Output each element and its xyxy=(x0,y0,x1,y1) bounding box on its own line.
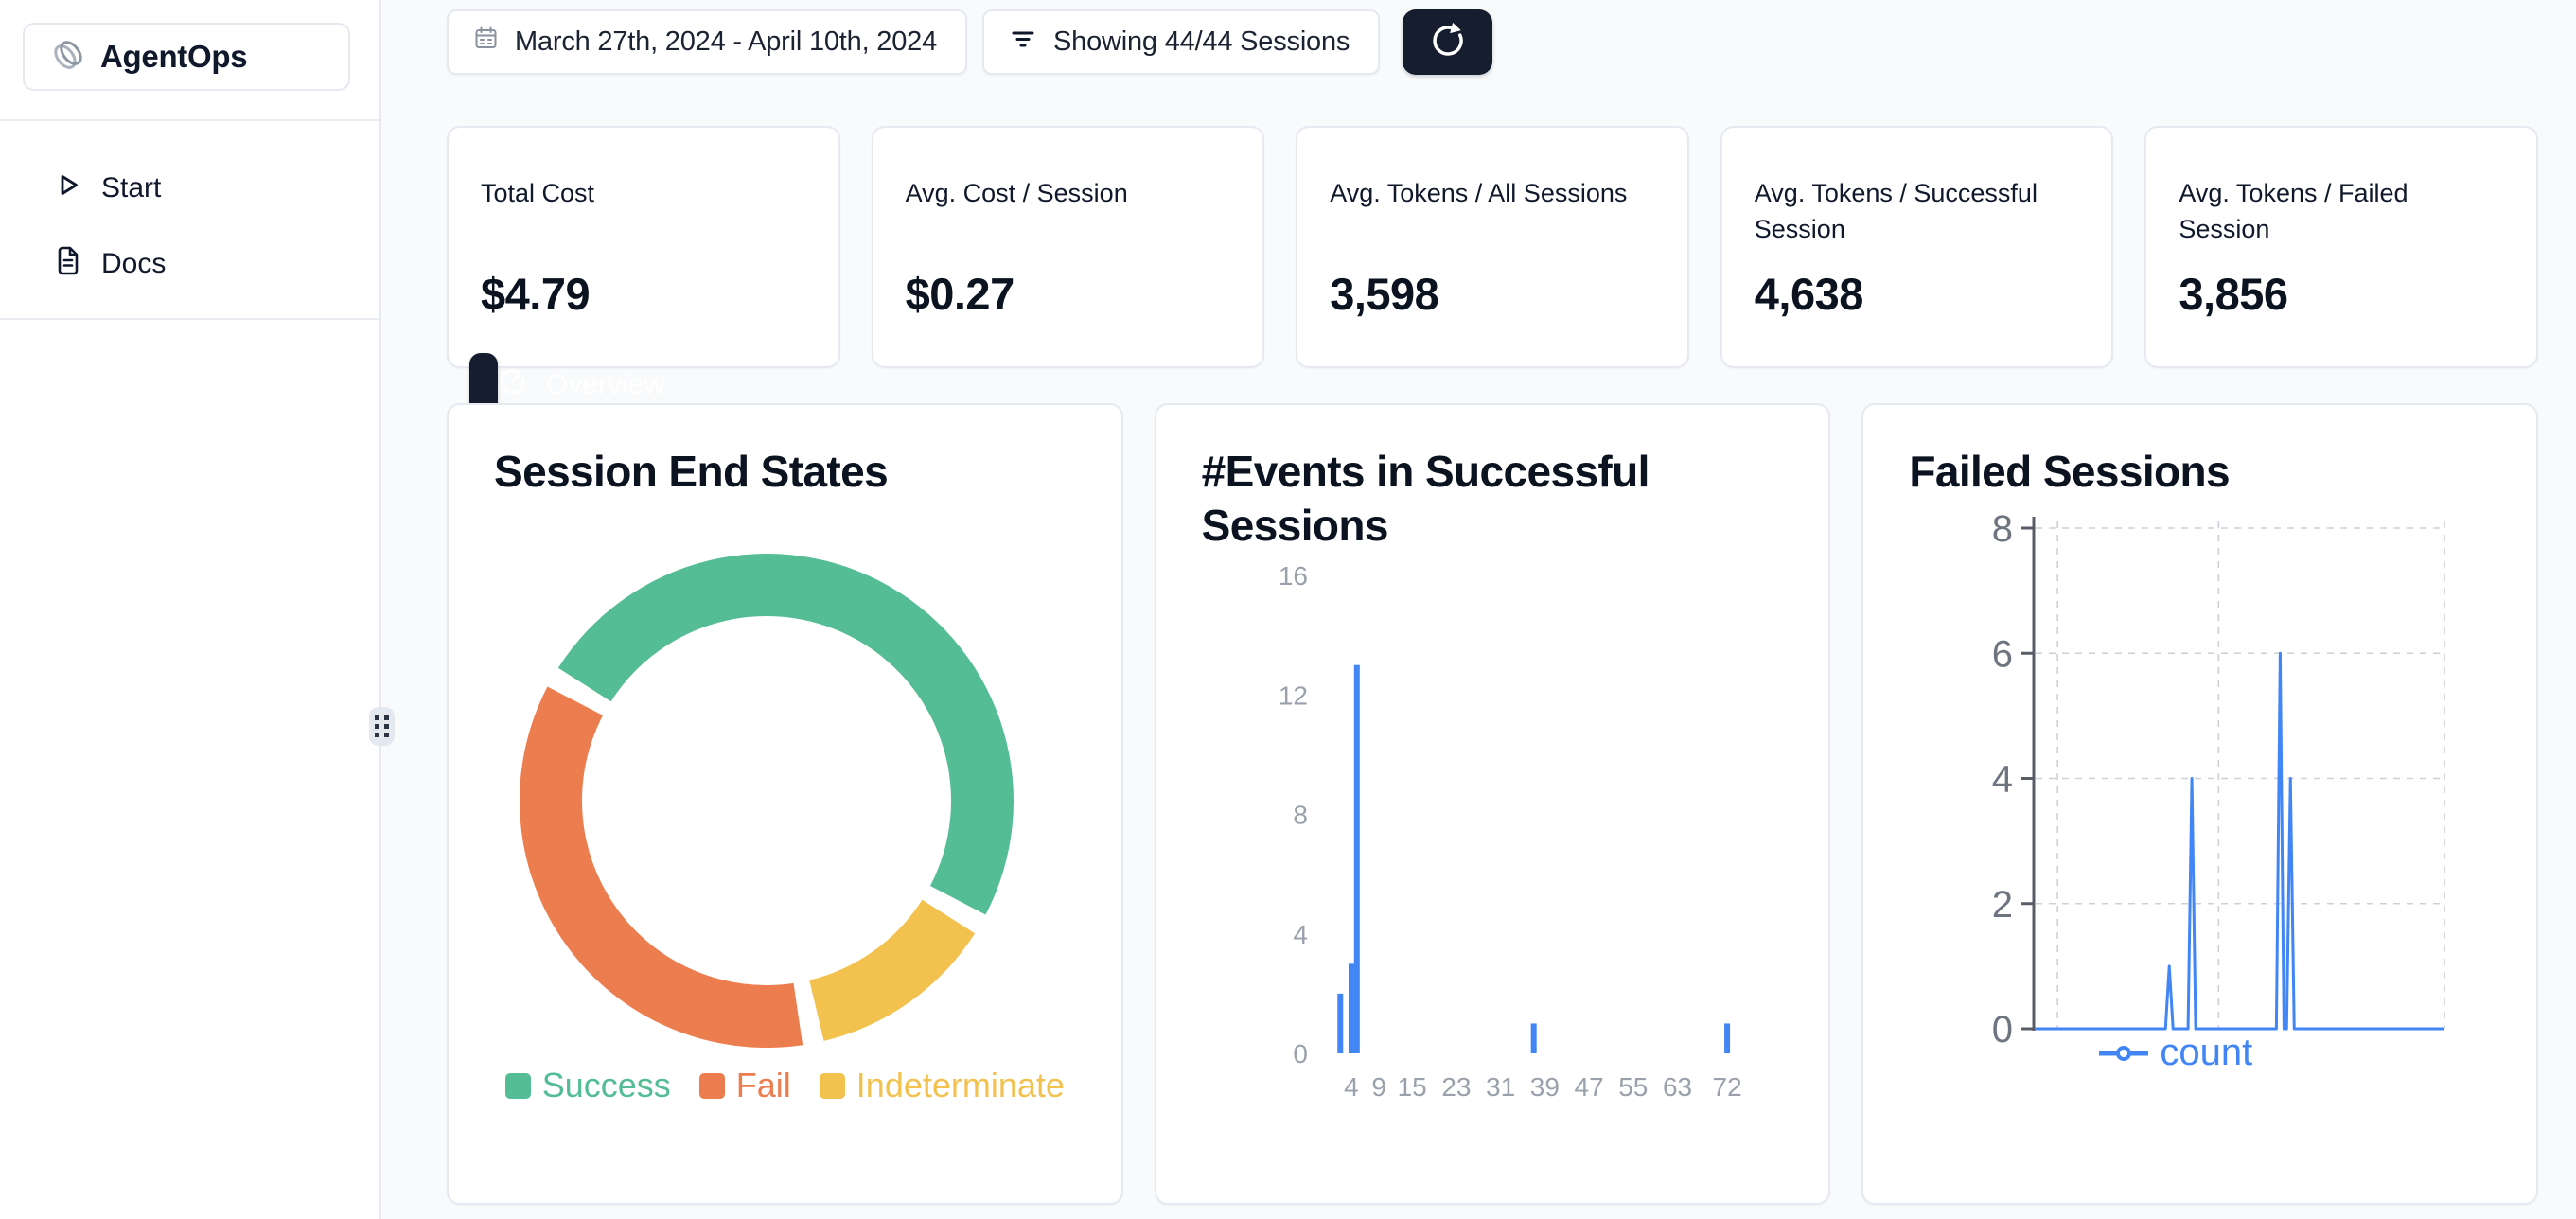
sidebar-item-docs[interactable]: Docs xyxy=(0,242,379,286)
donut-legend: Success Fail Indeterminate xyxy=(449,1066,1121,1105)
refresh-icon xyxy=(1428,21,1468,63)
legend-label: Indeterminate xyxy=(856,1066,1065,1105)
bar-xtick: 31 xyxy=(1486,1072,1515,1102)
donut-slice-fail xyxy=(520,686,803,1048)
bar-xtick: 9 xyxy=(1371,1072,1386,1102)
stats-row: Total Cost $4.79 Avg. Cost / Session $0.… xyxy=(447,126,2538,368)
bar-ytick: 0 xyxy=(1293,1039,1308,1069)
play-icon xyxy=(53,170,82,207)
stat-value: 3,856 xyxy=(2179,268,2508,320)
stat-card-avg-tokens-all: Avg. Tokens / All Sessions 3,598 xyxy=(1296,126,1689,368)
stat-value: 3,598 xyxy=(1330,268,1659,320)
legend-swatch xyxy=(699,1073,725,1099)
sidebar-item-label: Start xyxy=(101,172,161,204)
legend-swatch xyxy=(820,1073,845,1099)
stat-label: Total Cost xyxy=(481,175,787,251)
legend-item-success: Success xyxy=(505,1066,671,1105)
legend-swatch xyxy=(505,1073,531,1099)
bar-ytick: 16 xyxy=(1279,561,1308,591)
bar-ytick: 12 xyxy=(1279,680,1308,710)
line-ytick: 2 xyxy=(1992,884,2013,926)
stat-value: 4,638 xyxy=(1755,268,2084,320)
session-filter-label: Showing 44/44 Sessions xyxy=(1053,26,1350,58)
legend-item-indeterminate: Indeterminate xyxy=(820,1066,1065,1105)
bar-xtick: 15 xyxy=(1397,1072,1426,1102)
bar-xtick: 72 xyxy=(1712,1072,1741,1102)
calendar-icon xyxy=(473,26,499,59)
bar-xtick: 23 xyxy=(1441,1072,1471,1102)
failed-sessions-card: Failed Sessions 02468 count xyxy=(1861,403,2538,1205)
bar-xtick: 47 xyxy=(1574,1072,1603,1102)
date-range-picker[interactable]: March 27th, 2024 - April 10th, 2024 xyxy=(447,9,967,75)
line-ytick: 4 xyxy=(1992,759,2013,801)
bar xyxy=(1337,994,1343,1053)
topbar: March 27th, 2024 - April 10th, 2024 Show… xyxy=(447,9,2538,75)
bar-ytick: 8 xyxy=(1293,801,1308,830)
legend-label: Success xyxy=(542,1066,671,1105)
gauge-icon xyxy=(498,366,527,403)
bar xyxy=(1353,665,1359,1053)
agentops-logo-icon xyxy=(49,37,85,78)
grip-dots-icon xyxy=(372,714,392,739)
sidebar-divider xyxy=(0,318,379,320)
main-content: March 27th, 2024 - April 10th, 2024 Show… xyxy=(384,0,2576,1205)
count-legend: count xyxy=(2034,1032,2318,1074)
date-range-label: March 27th, 2024 - April 10th, 2024 xyxy=(515,26,937,58)
stat-label: Avg. Cost / Session xyxy=(906,175,1212,251)
sidebar-resize-handle[interactable] xyxy=(369,707,395,746)
filter-icon xyxy=(1009,25,1037,61)
donut-slice-success xyxy=(558,554,1014,915)
events-bar-chart: 0481216491523313947556372 xyxy=(1156,405,1831,1205)
bar-xtick: 55 xyxy=(1618,1072,1648,1102)
stat-card-avg-cost-session: Avg. Cost / Session $0.27 xyxy=(872,126,1265,368)
bar xyxy=(1724,1023,1730,1053)
logo-chip[interactable]: AgentOps xyxy=(23,23,350,91)
bar-xtick: 63 xyxy=(1663,1072,1692,1102)
sidebar-nav-top: Start Docs xyxy=(0,121,379,286)
docs-icon xyxy=(53,246,82,283)
bar xyxy=(1530,1023,1536,1053)
bar-xtick: 39 xyxy=(1529,1072,1559,1102)
donut-slice-indeterminate xyxy=(809,900,975,1041)
refresh-button[interactable] xyxy=(1403,9,1492,75)
sidebar: AgentOps Start Docs xyxy=(0,0,381,1219)
count-series-line xyxy=(2035,653,2444,1029)
stat-label: Avg. Tokens / Successful Session xyxy=(1755,175,2061,251)
stat-card-avg-tokens-failed: Avg. Tokens / Failed Session 3,856 xyxy=(2144,126,2538,368)
failed-sessions-line-chart: 0 2 4 6 8 xyxy=(1863,405,2538,1205)
bar xyxy=(1349,963,1354,1053)
stat-card-total-cost: Total Cost $4.79 xyxy=(447,126,840,368)
stat-card-avg-tokens-successful: Avg. Tokens / Successful Session 4,638 xyxy=(1720,126,2114,368)
legend-label: Fail xyxy=(736,1066,791,1105)
app-title: AgentOps xyxy=(100,39,247,75)
bar-ytick: 4 xyxy=(1293,920,1308,949)
line-ytick: 8 xyxy=(1992,508,2013,550)
charts-row: Session End States SuccessFailIndetermin… xyxy=(447,403,2538,1205)
session-filter[interactable]: Showing 44/44 Sessions xyxy=(982,9,1380,75)
legend-item-fail: Fail xyxy=(699,1066,791,1105)
line-series-marker-icon xyxy=(2099,1046,2148,1061)
bar-xtick: 4 xyxy=(1344,1072,1359,1102)
stat-label: Avg. Tokens / Failed Session xyxy=(2179,175,2485,251)
line-ytick: 6 xyxy=(1992,633,2013,675)
stat-value: $0.27 xyxy=(906,268,1235,320)
session-end-states-card: Session End States SuccessFailIndetermin… xyxy=(447,403,1123,1205)
sidebar-item-label: Overview xyxy=(546,369,664,401)
sidebar-item-start[interactable]: Start xyxy=(0,167,379,210)
stat-label: Avg. Tokens / All Sessions xyxy=(1330,175,1636,251)
stat-value: $4.79 xyxy=(481,268,810,320)
events-in-successful-sessions-card: #Events in Successful Sessions 048121649… xyxy=(1155,403,1831,1205)
line-ytick: 0 xyxy=(1992,1009,2013,1051)
count-legend-label: count xyxy=(2160,1032,2252,1074)
sidebar-item-label: Docs xyxy=(101,248,166,280)
